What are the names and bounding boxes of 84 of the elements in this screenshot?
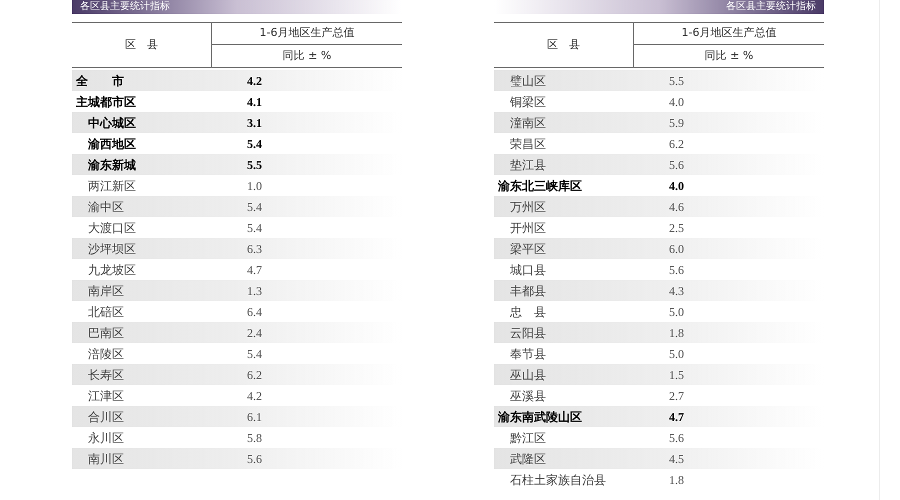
- district-name: 大渡口区: [87, 220, 137, 236]
- growth-value: 5.9: [668, 114, 685, 132]
- growth-value: 6.2: [246, 366, 263, 384]
- growth-value: 6.2: [668, 136, 685, 152]
- district-name: 渝西地区: [87, 136, 137, 152]
- district-name: 石柱土家族自治县: [509, 472, 607, 488]
- growth-value: 5.6: [246, 450, 263, 468]
- district-name: 南川区: [87, 450, 125, 468]
- district-name: 巴南区: [87, 324, 125, 342]
- district-name: 潼南区: [509, 114, 547, 132]
- district-name: 北碚区: [87, 304, 125, 320]
- district-name: 合川区: [87, 408, 125, 426]
- district-name: 荣昌区: [509, 136, 547, 152]
- column-header: 1-6月地区生产总值: [634, 23, 824, 45]
- district-name: 黔江区: [509, 430, 547, 446]
- growth-value: 5.6: [668, 262, 685, 278]
- growth-value: 4.0: [668, 178, 685, 194]
- district-name: 铜梁区: [509, 94, 547, 110]
- growth-value: 6.0: [668, 240, 685, 258]
- growth-value: 1.0: [246, 178, 263, 194]
- column-header: 1-6月地区生产总值: [212, 23, 402, 45]
- district-name: 渝中区: [87, 198, 125, 216]
- district-name: 万州区: [509, 198, 547, 216]
- district-name: 九龙坡区: [87, 262, 137, 278]
- growth-value: 2.5: [668, 220, 685, 236]
- district-name: 江津区: [87, 388, 125, 404]
- district-name: 巫山县: [509, 366, 547, 384]
- district-name: 城口县: [509, 262, 547, 278]
- growth-value: 4.2: [246, 388, 263, 404]
- growth-value: 4.2: [246, 72, 263, 90]
- growth-value: 6.3: [246, 240, 263, 258]
- district-name: 梁平区: [509, 240, 547, 258]
- district-name: 巫溪县: [509, 388, 547, 404]
- district-name: 南岸区: [87, 282, 125, 300]
- growth-value: 5.5: [246, 156, 263, 174]
- district-name: 沙坪坝区: [87, 240, 137, 258]
- growth-value: 1.5: [668, 366, 685, 384]
- growth-value: 6.4: [246, 304, 263, 320]
- column-header: 同比 ± %: [282, 48, 332, 64]
- district-name: 璧山区: [509, 72, 547, 90]
- district-name: 中心城区: [87, 114, 137, 132]
- district-name: 渝东新城: [87, 156, 137, 174]
- growth-value: 6.1: [246, 408, 263, 426]
- district-name: 丰都县: [509, 282, 547, 300]
- growth-value: 4.7: [246, 262, 263, 278]
- district-name: 武隆区: [509, 450, 547, 468]
- growth-value: 5.4: [246, 198, 263, 216]
- growth-value: 2.7: [668, 388, 685, 404]
- growth-value: 2.4: [246, 324, 263, 342]
- growth-value: 5.4: [246, 346, 263, 362]
- growth-value: 4.1: [246, 94, 263, 110]
- district-name: 全 市: [75, 72, 125, 90]
- district-name: 奉节县: [509, 346, 547, 362]
- district-name: 两江新区: [87, 178, 137, 194]
- district-name: 忠 县: [509, 304, 547, 320]
- growth-value: 4.6: [668, 198, 685, 216]
- district-name: 垫江县: [509, 156, 547, 174]
- district-name: 渝东南武陵山区: [497, 408, 583, 426]
- growth-value: 4.7: [668, 408, 685, 426]
- district-name: 云阳县: [509, 324, 547, 342]
- growth-value: 5.4: [246, 136, 263, 152]
- column-header: 同比 ± %: [704, 48, 754, 64]
- growth-value: 5.6: [668, 156, 685, 174]
- district-name: 涪陵区: [87, 346, 125, 362]
- growth-value: 3.1: [246, 114, 263, 132]
- district-name: 长寿区: [87, 366, 125, 384]
- growth-value: 5.5: [668, 72, 685, 90]
- district-name: 永川区: [87, 430, 125, 446]
- growth-value: 5.0: [668, 304, 685, 320]
- district-name: 渝东北三峡库区: [497, 178, 583, 194]
- growth-value: 4.5: [668, 450, 685, 468]
- district-name: 开州区: [509, 220, 547, 236]
- growth-value: 5.0: [668, 346, 685, 362]
- growth-value: 1.8: [668, 472, 685, 488]
- growth-value: 5.6: [668, 430, 685, 446]
- growth-value: 5.4: [246, 220, 263, 236]
- district-name: 主城都市区: [75, 94, 137, 110]
- column-header: 区 县: [494, 23, 634, 67]
- growth-value: 1.3: [246, 282, 263, 300]
- column-header: 区 县: [72, 23, 212, 67]
- growth-value: 5.8: [246, 430, 263, 446]
- growth-value: 4.3: [668, 282, 685, 300]
- growth-value: 1.8: [668, 324, 685, 342]
- growth-value: 4.0: [668, 94, 685, 110]
